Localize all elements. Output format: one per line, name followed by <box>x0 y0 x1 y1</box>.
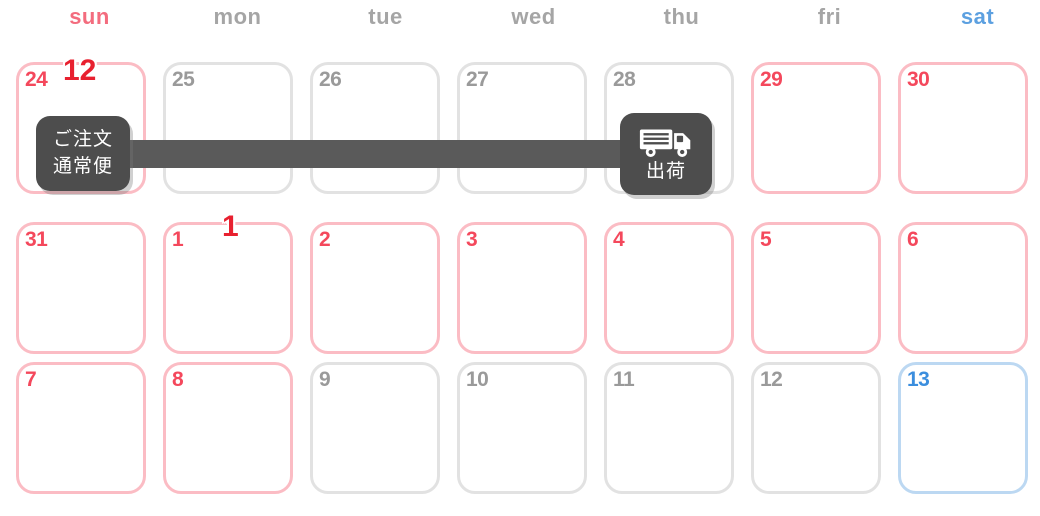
day-cell[interactable]: 29 <box>751 62 881 194</box>
order-to-shipment-flow-bar <box>112 140 657 168</box>
day-number: 26 <box>319 68 342 91</box>
day-cell[interactable]: 8 <box>163 362 293 494</box>
day-number: 12 <box>760 368 783 391</box>
day-cell[interactable]: 5 <box>751 222 881 354</box>
day-cell[interactable]: 3 <box>457 222 587 354</box>
calendar-week-row: 7 8 9 10 11 12 13 <box>0 362 1040 510</box>
calendar-widget: sun mon tue wed thu fri sat 24 25 26 27 … <box>0 0 1040 516</box>
day-cell[interactable]: 2 <box>310 222 440 354</box>
weekday-header-tue: tue <box>312 0 459 34</box>
day-number: 29 <box>760 68 783 91</box>
day-number: 5 <box>760 228 772 251</box>
day-number: 27 <box>466 68 489 91</box>
day-cell[interactable]: 11 <box>604 362 734 494</box>
order-badge-line-2: 通常便 <box>52 155 113 177</box>
weekday-label: thu <box>663 4 700 29</box>
weekday-label: fri <box>817 4 842 29</box>
weekday-header-mon: mon <box>164 0 311 34</box>
day-number: 13 <box>907 368 930 391</box>
day-number: 1 <box>172 228 184 251</box>
weekday-label: tue <box>368 4 403 29</box>
day-number: 28 <box>613 68 636 91</box>
day-cell[interactable]: 30 <box>898 62 1028 194</box>
day-number: 7 <box>25 368 37 391</box>
weekday-header-row: sun mon tue wed thu fri sat <box>0 0 1040 34</box>
day-cell[interactable]: 25 <box>163 62 293 194</box>
day-cell[interactable]: 10 <box>457 362 587 494</box>
shipping-badge[interactable]: 出荷 <box>620 113 712 195</box>
weekday-label: sun <box>69 4 110 29</box>
day-number: 2 <box>319 228 331 251</box>
weekday-header-thu: thu <box>608 0 755 34</box>
weekday-label: sat <box>960 4 995 29</box>
weekday-header-fri: fri <box>756 0 903 34</box>
order-badge[interactable]: ご注文 通常便 <box>36 116 130 191</box>
day-number: 4 <box>613 228 625 251</box>
day-cell[interactable]: 13 <box>898 362 1028 494</box>
day-cell[interactable]: 26 <box>310 62 440 194</box>
day-cell[interactable]: 6 <box>898 222 1028 354</box>
day-cell[interactable]: 9 <box>310 362 440 494</box>
day-number: 25 <box>172 68 195 91</box>
day-number: 10 <box>466 368 489 391</box>
day-number: 11 <box>613 368 635 391</box>
weekday-label: wed <box>511 4 556 29</box>
day-cell[interactable]: 4 <box>604 222 734 354</box>
calendar-week-row: 24 25 26 27 28 29 30 <box>0 62 1040 210</box>
truck-icon <box>637 125 695 161</box>
weekday-header-sun: sun <box>16 0 163 34</box>
month-marker-january: 1 <box>222 210 239 243</box>
day-number: 30 <box>907 68 930 91</box>
calendar-week-row: 31 1 2 3 4 5 6 <box>0 222 1040 370</box>
shipping-badge-label: 出荷 <box>645 161 686 183</box>
day-number: 24 <box>25 68 48 91</box>
weekday-header-wed: wed <box>460 0 607 34</box>
order-badge-line-1: ご注文 <box>52 128 113 150</box>
day-number: 9 <box>319 368 331 391</box>
day-cell[interactable]: 12 <box>751 362 881 494</box>
day-cell[interactable]: 7 <box>16 362 146 494</box>
day-cell[interactable]: 27 <box>457 62 587 194</box>
day-number: 3 <box>466 228 478 251</box>
day-number: 8 <box>172 368 184 391</box>
day-number: 6 <box>907 228 919 251</box>
day-number: 31 <box>25 228 48 251</box>
day-cell[interactable]: 31 <box>16 222 146 354</box>
month-marker-december: 12 <box>63 54 97 87</box>
weekday-label: mon <box>213 4 262 29</box>
weekday-header-sat: sat <box>904 0 1040 34</box>
